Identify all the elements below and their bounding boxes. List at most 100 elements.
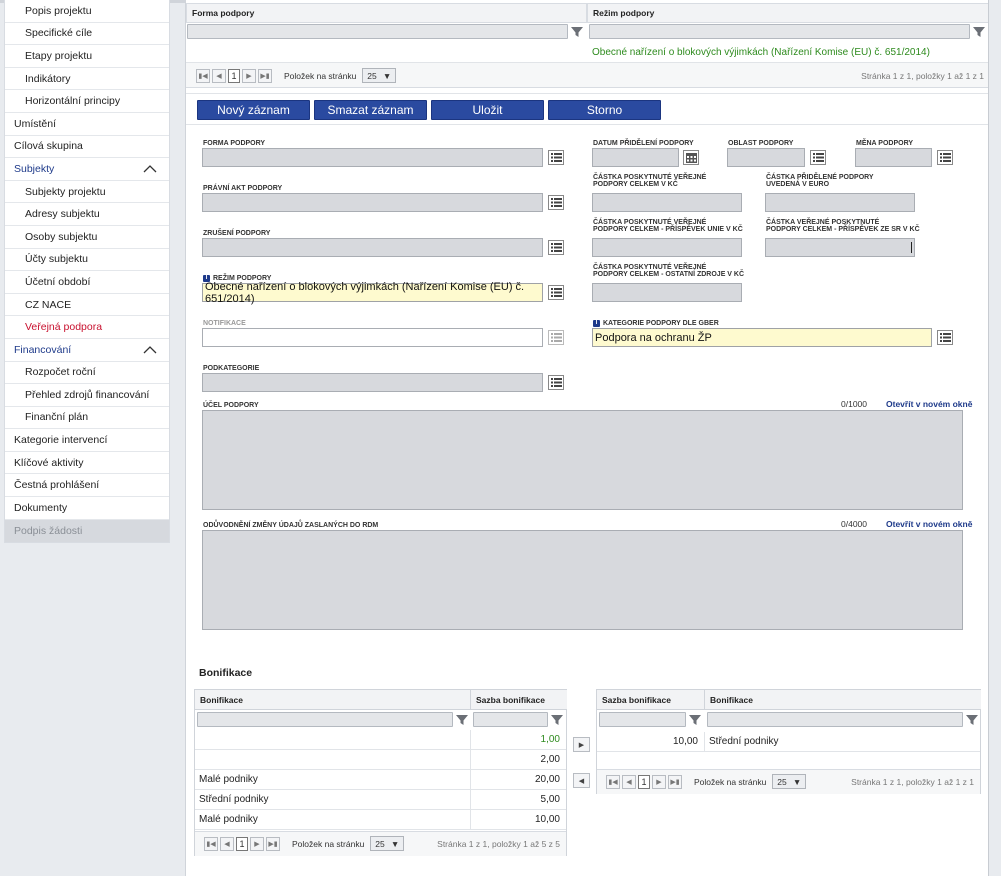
rezim-field[interactable]: Obecné nařízení o blokových výjimkách (N… [202,281,543,305]
sidebar-item[interactable]: Subjekty [5,158,169,181]
prev-page-button[interactable]: ◀ [220,836,234,851]
page-number[interactable]: 1 [228,68,240,83]
next-page-button[interactable]: ▶ [250,836,264,851]
list-icon[interactable] [548,330,564,345]
col-header-rezim-podpory[interactable]: Režim podpory [587,3,989,23]
castka-kc-field[interactable] [592,193,742,212]
new-record-button[interactable]: Nový záznam [197,100,310,120]
sidebar-item[interactable]: Čestná prohlášení [5,474,169,498]
last-page-button[interactable]: ▶▮ [668,774,682,789]
move-left-button[interactable]: ◀ [573,773,590,788]
sidebar-item[interactable]: Finanční plán [5,407,169,430]
oblast-field[interactable] [727,148,805,167]
mena-field[interactable] [855,148,932,167]
castka-euro-field[interactable] [765,193,915,212]
open-new-window-link[interactable]: Otevřít v novém okně [886,399,972,409]
sidebar-item[interactable]: Veřejná podpora [5,316,169,339]
notifikace-field[interactable] [202,328,543,347]
filter-icon[interactable] [966,714,978,726]
sidebar-item[interactable]: Subjekty projektu [5,181,169,204]
table-row[interactable]: Malé podniky 10,00 [195,810,566,830]
datum-field[interactable] [592,148,679,167]
list-icon[interactable] [937,150,953,165]
page-number[interactable]: 1 [638,774,650,789]
col-header-bonifikace[interactable]: Bonifikace [705,690,981,710]
next-page-button[interactable]: ▶ [242,68,256,83]
list-icon[interactable] [548,375,564,390]
vertical-scrollbar[interactable] [988,0,1001,876]
filter-input-sazba[interactable] [473,712,548,727]
filter-icon[interactable] [551,714,563,726]
castka-ostatni-field[interactable] [592,283,742,302]
table-row[interactable]: 1,00 [195,730,566,750]
filter-icon[interactable] [456,714,468,726]
per-page-select[interactable]: 25 ▼ [772,774,807,789]
table-row[interactable]: Malé podniky 20,00 [195,770,566,790]
first-page-button[interactable]: ▮◀ [204,836,218,851]
open-new-window-link[interactable]: Otevřít v novém okně [886,519,972,529]
list-icon[interactable] [810,150,826,165]
filter-input-sazba[interactable] [599,712,686,727]
sidebar-item[interactable]: Klíčové aktivity [5,452,169,475]
col-header-forma-podpory[interactable]: Forma podpory [186,3,587,23]
sidebar-item[interactable]: Etapy projektu [5,45,169,68]
col-header-bonifikace[interactable]: Bonifikace [195,690,471,710]
sidebar-item[interactable]: Účetní období [5,271,169,294]
sidebar-item[interactable]: Adresy subjektu [5,203,169,226]
filter-input-forma[interactable] [187,24,568,39]
filter-input-bonifikace[interactable] [197,712,453,727]
save-button[interactable]: Uložit [431,100,544,120]
table-row[interactable]: Střední podniky 5,00 [195,790,566,810]
sidebar-item[interactable]: Financování [5,339,169,362]
sidebar-item[interactable]: Horizontální principy [5,90,169,113]
ucel-textarea[interactable] [202,410,963,510]
list-icon[interactable] [937,330,953,345]
sidebar-item[interactable]: CZ NACE [5,294,169,317]
filter-input-rezim[interactable] [589,24,970,39]
filter-icon[interactable] [973,26,985,38]
prev-page-button[interactable]: ◀ [622,774,636,789]
list-icon[interactable] [548,240,564,255]
sidebar-item[interactable]: Umístění [5,113,169,136]
sidebar-item[interactable]: Osoby subjektu [5,226,169,249]
next-page-button[interactable]: ▶ [652,774,666,789]
calendar-icon[interactable] [683,150,699,165]
castka-unie-field[interactable] [592,238,742,257]
sidebar-item[interactable]: Popis projektu [5,0,169,23]
sidebar-item[interactable]: Kategorie intervencí [5,429,169,452]
sidebar-item[interactable]: Přehled zdrojů financování [5,384,169,407]
sidebar-item[interactable]: Specifické cíle [5,23,169,46]
move-right-button[interactable]: ▶ [573,737,590,752]
sidebar-item[interactable]: Cílová skupina [5,136,169,159]
list-icon[interactable] [548,150,564,165]
filter-icon[interactable] [571,26,583,38]
page-number[interactable]: 1 [236,836,248,851]
castka-sr-field[interactable] [765,238,915,257]
first-page-button[interactable]: ▮◀ [196,68,210,83]
kategorie-gber-field[interactable]: Podpora na ochranu ŽP [592,328,932,347]
table-row[interactable]: 2,00 [195,750,566,770]
last-page-button[interactable]: ▶▮ [266,836,280,851]
filter-input-bonifikace[interactable] [707,712,963,727]
list-icon[interactable] [548,285,564,300]
sidebar-item[interactable]: Účty subjektu [5,249,169,272]
sidebar-item[interactable]: Rozpočet roční [5,362,169,385]
forma-podpory-field[interactable] [202,148,543,167]
podkategorie-field[interactable] [202,373,543,392]
zruseni-field[interactable] [202,238,543,257]
filter-icon[interactable] [689,714,701,726]
sidebar-item[interactable]: Indikátory [5,68,169,91]
sidebar-item[interactable]: Dokumenty [5,497,169,520]
prev-page-button[interactable]: ◀ [212,68,226,83]
table-row[interactable]: 10,00 Střední podniky [597,732,980,752]
list-icon[interactable] [548,195,564,210]
pravni-akt-field[interactable] [202,193,543,212]
col-header-sazba[interactable]: Sazba bonifikace [597,690,705,710]
chevron-up-icon[interactable] [143,165,157,173]
first-page-button[interactable]: ▮◀ [606,774,620,789]
col-header-sazba[interactable]: Sazba bonifikace [471,690,567,710]
per-page-select[interactable]: 25 ▼ [362,68,397,83]
table-row[interactable]: Obecné nařízení o blokových výjimkách (N… [186,43,989,63]
last-page-button[interactable]: ▶▮ [258,68,272,83]
chevron-up-icon[interactable] [143,345,157,354]
